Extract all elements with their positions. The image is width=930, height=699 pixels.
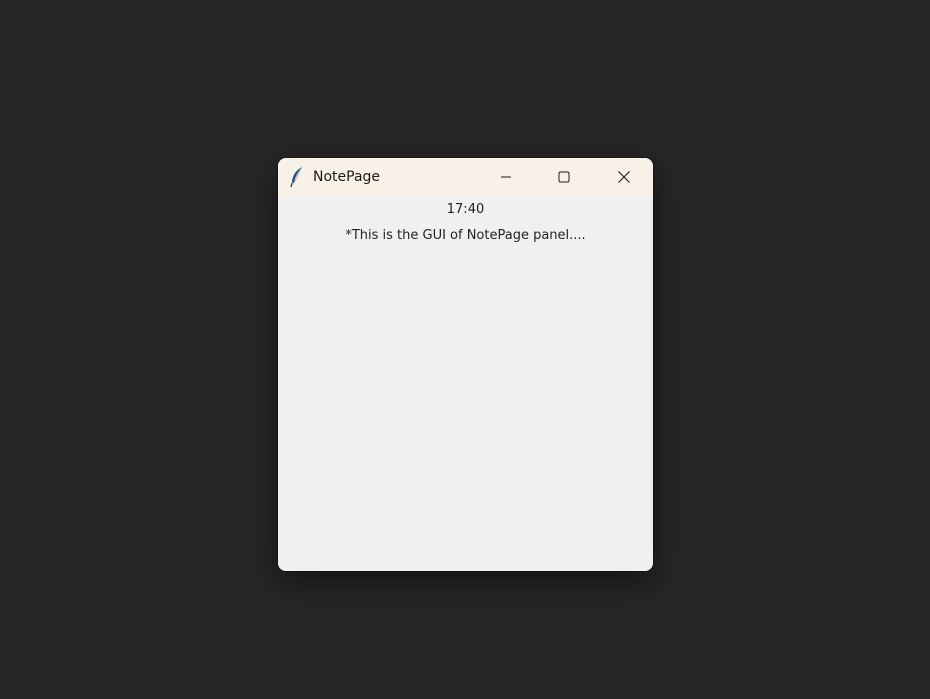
clock-label: 17:40 — [446, 202, 485, 217]
minimize-icon — [500, 171, 512, 183]
note-panel: 17:40 *This is the GUI of NotePage panel… — [278, 196, 653, 571]
title-bar[interactable]: NotePage — [278, 158, 653, 196]
minimize-button[interactable] — [477, 158, 535, 196]
maximize-button[interactable] — [535, 158, 593, 196]
feather-icon — [289, 166, 305, 188]
close-icon — [617, 170, 631, 184]
window-title: NotePage — [313, 169, 381, 185]
close-button[interactable] — [594, 158, 653, 196]
maximize-icon — [558, 171, 570, 183]
desktop: NotePage 17:40 *This is the GUI of NoteP… — [0, 0, 930, 699]
notepage-window: NotePage 17:40 *This is the GUI of NoteP… — [278, 158, 653, 571]
info-message: *This is the GUI of NotePage panel.... — [345, 228, 586, 243]
